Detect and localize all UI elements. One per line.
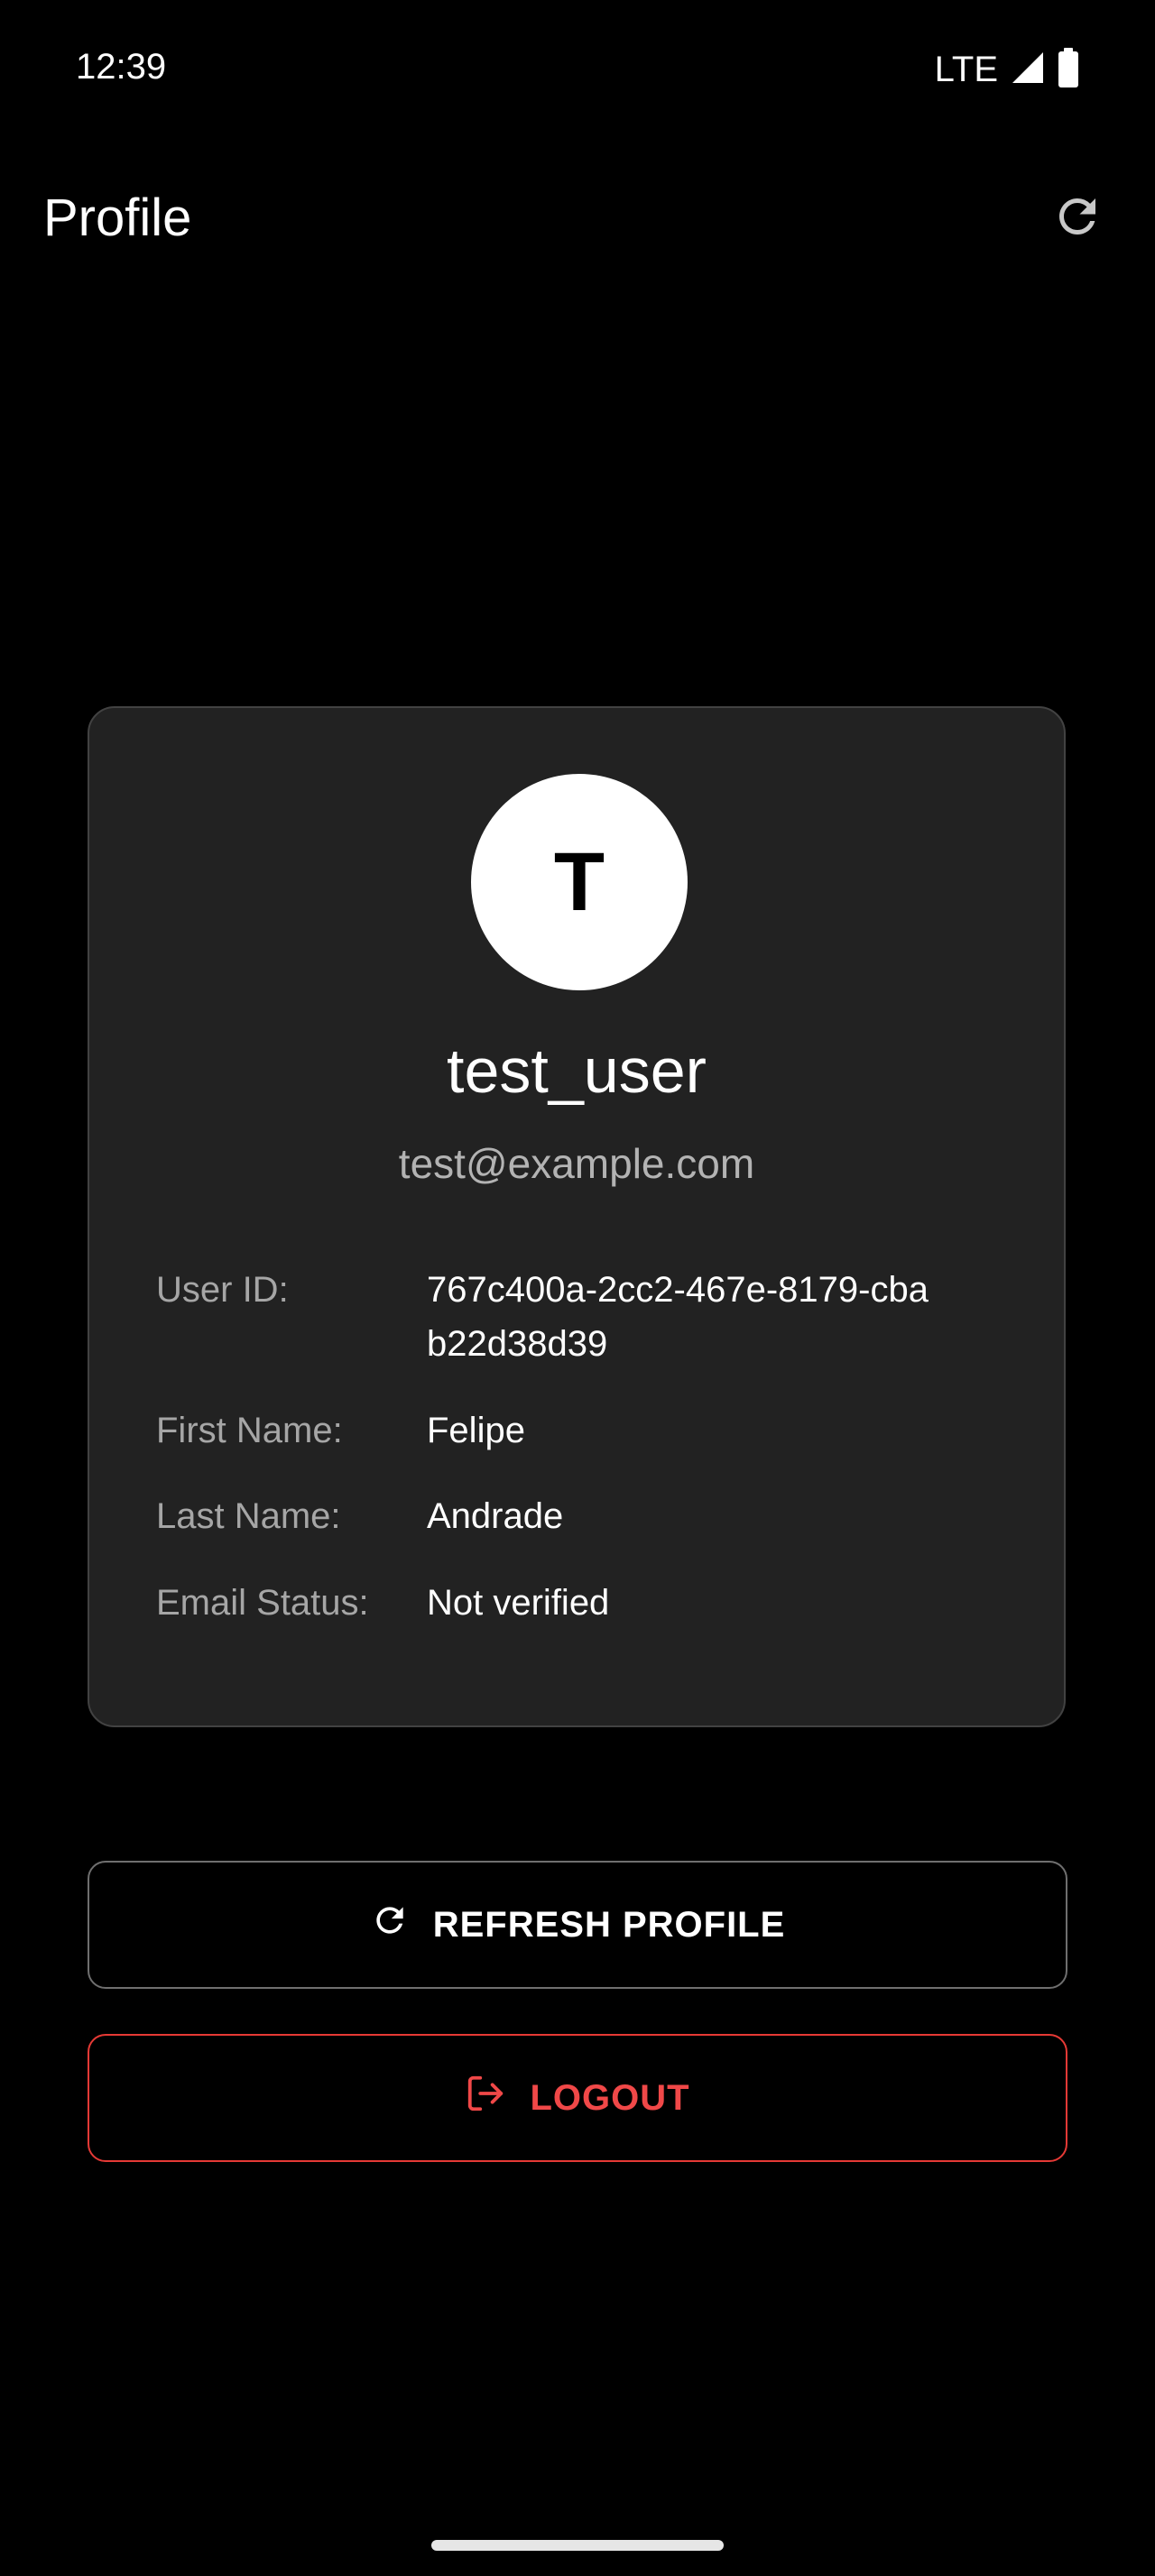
detail-value: 767c400a-2cc2-467e-8179-cbab22d38d39 — [427, 1270, 929, 1364]
username: test_user — [447, 1035, 707, 1106]
battery-icon — [1058, 47, 1079, 92]
logout-icon — [465, 2073, 506, 2123]
detail-row-email-status: Email Status: Not verified — [156, 1576, 1022, 1630]
detail-label: First Name: — [156, 1411, 343, 1450]
home-indicator[interactable] — [431, 2540, 724, 2551]
refresh-icon — [370, 1900, 410, 1949]
detail-row-first-name: First Name: Felipe — [156, 1403, 1022, 1458]
detail-value: Not verified — [427, 1583, 610, 1623]
app-bar: Profile — [0, 162, 1155, 271]
detail-value: Felipe — [427, 1411, 525, 1450]
logout-button[interactable]: LOGOUT — [88, 2034, 1067, 2162]
detail-value: Andrade — [427, 1496, 564, 1536]
profile-card: T test_user test@example.com User ID: 76… — [88, 706, 1066, 1727]
status-bar: 12:39 LTE — [0, 0, 1155, 135]
detail-label: User ID: — [156, 1270, 289, 1310]
detail-row-last-name: Last Name: Andrade — [156, 1489, 1022, 1543]
refresh-profile-label: REFRESH PROFILE — [432, 1904, 786, 1945]
refresh-profile-button[interactable]: REFRESH PROFILE — [88, 1861, 1067, 1989]
user-email: test@example.com — [398, 1140, 755, 1187]
signal-icon — [1011, 51, 1045, 89]
detail-label: Last Name: — [156, 1496, 341, 1536]
page-title: Profile — [43, 189, 192, 247]
network-type-label: LTE — [934, 49, 998, 89]
detail-label: Email Status: — [156, 1583, 369, 1623]
status-time: 12:39 — [76, 47, 167, 87]
status-indicators: LTE — [935, 47, 1079, 92]
avatar: T — [471, 774, 688, 990]
detail-row-user-id: User ID: 767c400a-2cc2-467e-8179-cbab22d… — [156, 1263, 1022, 1371]
refresh-icon[interactable] — [1050, 189, 1104, 244]
logout-label: LOGOUT — [530, 2077, 690, 2118]
